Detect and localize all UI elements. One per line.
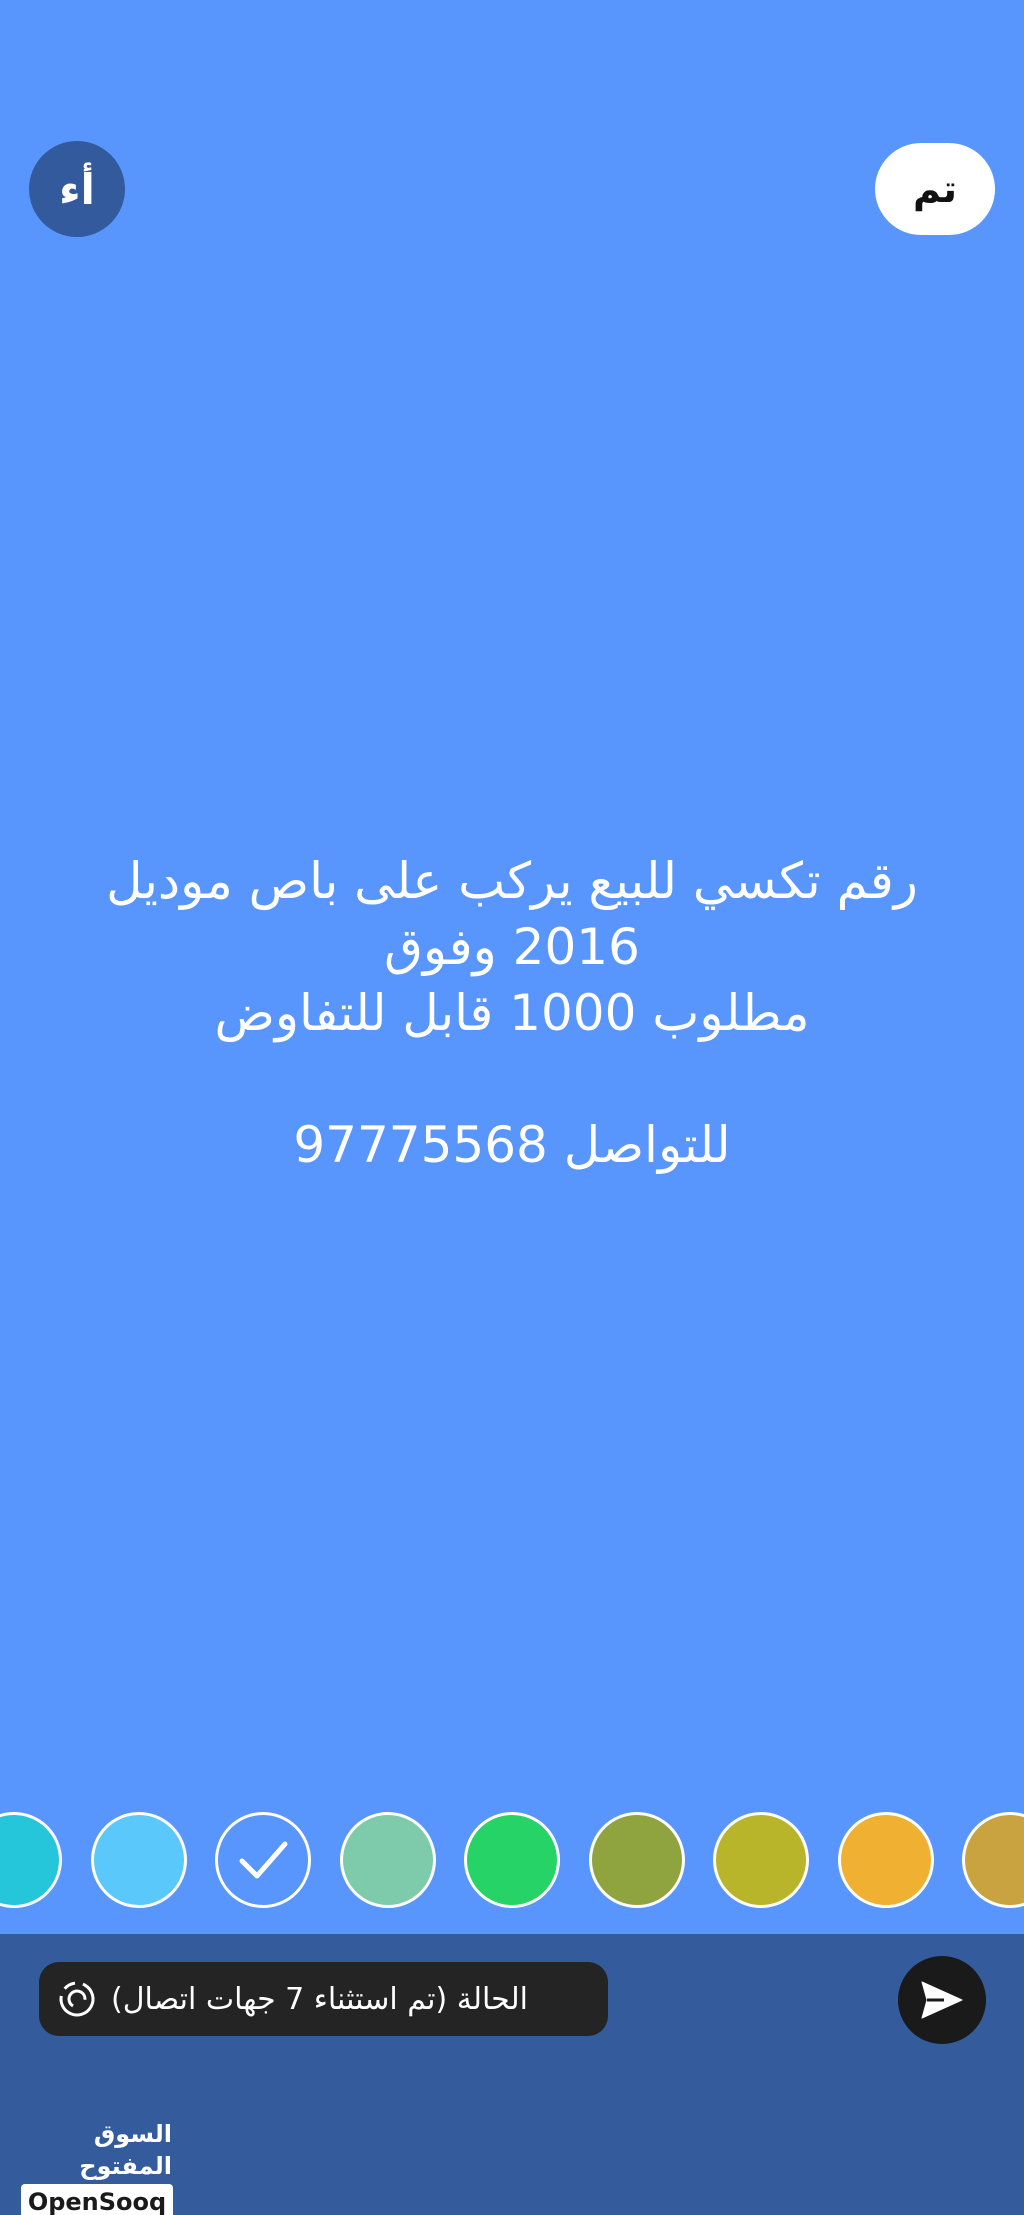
color-swatch[interactable]	[340, 1812, 436, 1908]
done-button[interactable]: تم	[875, 143, 995, 235]
color-swatch[interactable]	[962, 1812, 1024, 1908]
watermark-english: OpenSooq	[20, 2184, 174, 2215]
status-text-line: مطلوب 1000 قابل للتفاوض	[214, 984, 810, 1042]
color-swatch[interactable]	[713, 1812, 809, 1908]
status-text-line: 2016 وفوق	[384, 918, 640, 976]
color-swatch-selected[interactable]	[215, 1812, 311, 1908]
color-swatch[interactable]	[0, 1812, 62, 1908]
status-text-line: للتواصل 97775568	[293, 1116, 731, 1174]
send-button[interactable]	[898, 1956, 986, 2044]
color-swatch[interactable]	[464, 1812, 560, 1908]
color-swatch[interactable]	[91, 1812, 187, 1908]
status-text[interactable]: رقم تكسي للبيع يركب على باص موديل 2016 و…	[40, 848, 984, 1178]
color-swatch[interactable]	[838, 1812, 934, 1908]
opensooq-watermark: السوق المفتوح OpenSooq	[20, 2118, 174, 2215]
send-icon	[921, 1981, 963, 2019]
status-text-line: رقم تكسي للبيع يركب على باص موديل	[106, 852, 918, 910]
font-style-button[interactable]: أء	[29, 141, 125, 237]
status-ring-icon	[59, 1981, 95, 2017]
audience-label: الحالة (تم استثناء 7 جهات اتصال)	[111, 1981, 528, 2017]
color-palette	[0, 1812, 1024, 1908]
status-text-line	[40, 1046, 984, 1112]
checkmark-icon	[239, 1841, 288, 1879]
audience-selector[interactable]: الحالة (تم استثناء 7 جهات اتصال)	[39, 1962, 608, 2036]
color-swatch[interactable]	[589, 1812, 685, 1908]
watermark-arabic: السوق المفتوح	[79, 2120, 172, 2180]
